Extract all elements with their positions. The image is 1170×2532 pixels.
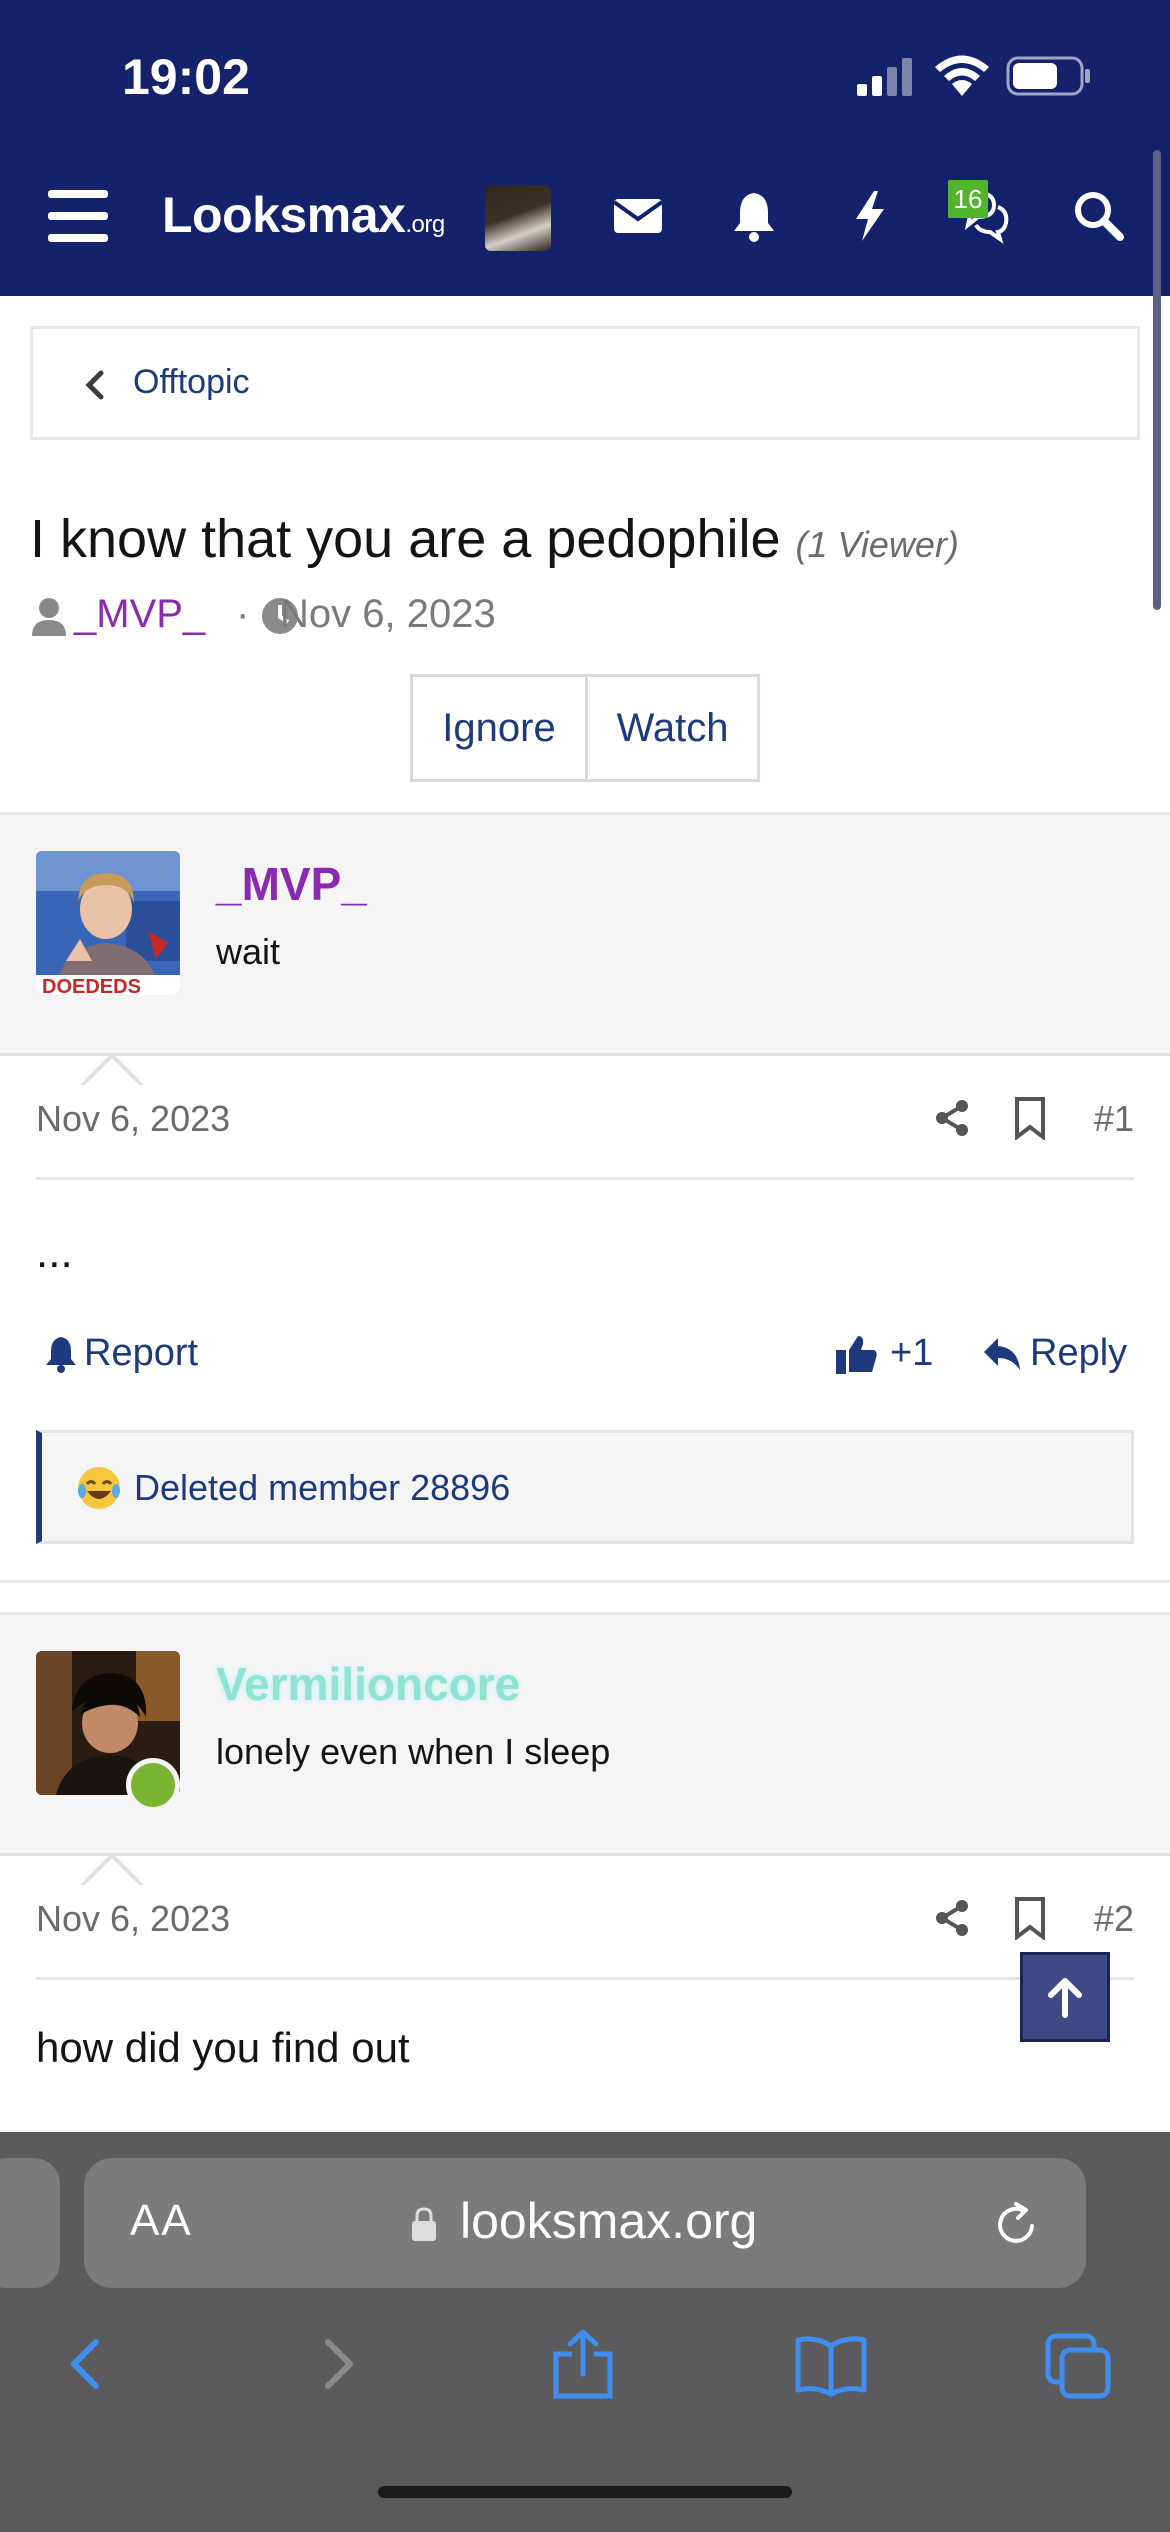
browser-toolbar: AA looksmax.org [0,2132,1170,2532]
laughing-crying-emoji-icon [78,1467,120,1509]
back-icon[interactable] [62,2328,112,2400]
page-scrollbar[interactable] [1153,150,1161,610]
search-icon[interactable] [1068,185,1128,245]
arrow-up-icon [1048,1978,1082,2018]
share-sheet-icon[interactable] [550,2328,616,2400]
post-user-title: wait [216,931,281,972]
reply-label: Reply [1030,1332,1128,1374]
thread-title-text: I know that you are a pedophile [30,509,781,569]
post-user-block: DOEDEDS _MVP_ wait [0,812,1170,1087]
bookmarks-icon[interactable] [794,2328,868,2400]
post-user-title: lonely even when I sleep [216,1731,611,1772]
thread-date[interactable]: Nov 6, 2023 [280,592,496,637]
scroll-to-top-button[interactable] [1020,1952,1110,2042]
post-body: ... [36,1228,73,1277]
status-time: 19:02 [122,49,250,105]
thumbs-up-icon [836,1335,877,1374]
thread-author[interactable]: _MVP_ [74,592,205,637]
lightning-icon[interactable] [840,185,900,245]
reactions-bar[interactable]: Deleted member 28896 [36,1430,1134,1544]
post-date[interactable]: Nov 6, 2023 [36,1898,230,1940]
like-button[interactable]: +1 [836,1332,933,1375]
battery-icon [1006,56,1090,96]
cellular-signal-icon [857,58,912,96]
post-number[interactable]: #2 [1094,1898,1134,1940]
address-bar[interactable]: AA looksmax.org [84,2158,1086,2288]
thread-title: I know that you are a pedophile (1 Viewe… [30,508,959,570]
post-meta: Nov 6, 2023 #1 [36,1060,1134,1180]
breadcrumb[interactable]: Offtopic [30,326,1140,440]
bookmark-icon[interactable] [1012,1096,1048,1140]
reload-icon[interactable] [994,2200,1040,2248]
forward-icon[interactable] [312,2328,362,2400]
site-header: 19:02 Looksmax.org 16 [0,0,1170,296]
bookmark-icon[interactable] [1012,1896,1048,1940]
post-date[interactable]: Nov 6, 2023 [36,1098,230,1140]
thread-buttons: Ignore Watch [410,674,760,782]
post-username[interactable]: _MVP_ [216,857,367,911]
watch-button[interactable]: Watch [585,677,757,779]
reactions-list[interactable]: Deleted member 28896 [134,1467,510,1509]
share-icon[interactable] [932,1098,972,1138]
post-divider [0,1580,1170,1583]
viewer-count: (1 Viewer) [795,524,959,565]
reader-settings-button[interactable]: AA [130,2196,193,2246]
ignore-button[interactable]: Ignore [413,677,585,779]
chevron-left-icon [85,370,104,400]
share-icon[interactable] [932,1898,972,1938]
reply-icon [984,1337,1020,1370]
site-logo[interactable]: Looksmax.org [162,186,445,244]
bell-icon[interactable] [724,185,784,245]
reply-button[interactable]: Reply [982,1332,1127,1375]
user-avatar[interactable]: DOEDEDS [36,851,180,995]
breadcrumb-link[interactable]: Offtopic [133,363,250,402]
home-indicator[interactable] [378,2486,792,2498]
user-icon [32,598,66,636]
post-actions: Report +1 Reply [36,1320,1134,1390]
conversations-count-badge: 16 [948,180,988,218]
lock-icon [412,2207,436,2241]
tabs-icon[interactable] [1044,2328,1114,2400]
report-button[interactable]: Report [44,1332,198,1375]
url-text[interactable]: looksmax.org [460,2192,757,2250]
svg-text:DOEDEDS: DOEDEDS [42,976,141,995]
account-avatar[interactable] [485,185,551,251]
envelope-icon[interactable] [608,185,668,245]
wifi-icon [935,55,989,96]
online-status-indicator [126,1758,180,1812]
post-user-block: Vermilioncore lonely even when I sleep [0,1612,1170,1887]
previous-tab-peek[interactable] [0,2158,60,2288]
post-body: how did you find out [36,2024,410,2071]
like-count: +1 [890,1332,934,1374]
meta-separator: · [236,592,250,636]
menu-icon[interactable] [48,190,108,242]
post-meta: Nov 6, 2023 #2 [36,1860,1134,1980]
bell-icon [46,1336,76,1373]
post-username[interactable]: Vermilioncore [216,1657,520,1711]
post-number[interactable]: #1 [1094,1098,1134,1140]
report-label: Report [84,1332,199,1374]
